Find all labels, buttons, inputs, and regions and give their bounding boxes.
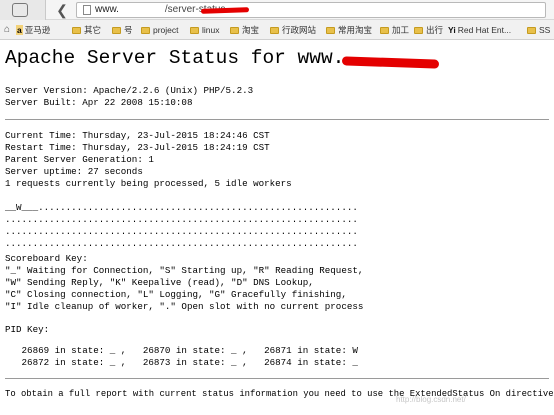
bookmark-label: 其它 [84,25,102,35]
divider [5,378,549,379]
server-uptime: Server uptime: 27 seconds [5,166,143,177]
bookmark-label: SS [539,25,551,35]
bookmark-label: project [153,25,179,35]
pid-line: 26872 in state: _ , 26873 in state: _ , … [5,357,358,368]
page-icon [83,5,91,15]
bookmark-label: 出行 [426,25,444,35]
amazon-icon: a [16,25,23,35]
bookmark-folder[interactable]: linux [190,24,219,36]
bookmark-folder[interactable]: 出行 [414,24,443,36]
watermark: http://blog.csdn.net/ [396,395,466,404]
folder-icon [527,27,536,34]
bookmark-redhat[interactable]: Yi Red Hat Ent... [448,24,511,36]
folder-icon [380,27,389,34]
bookmark-label: 亚马逊 [24,25,51,35]
bookmark-label: 常用淘宝 [338,25,373,35]
restart-time: Restart Time: Thursday, 23-Jul-2015 18:2… [5,142,270,153]
bookmark-folder[interactable]: 常用淘宝 [326,24,372,36]
scoreboard-key-line: "I" Idle cleanup of worker, "." Open slo… [5,301,364,312]
bookmark-label: linux [202,25,220,35]
bookmark-amazon[interactable]: a 亚马逊 [16,24,50,36]
footer-note: To obtain a full report with current sta… [5,389,554,399]
redaction-mark [200,7,250,14]
bookmark-folder[interactable]: 其它 [72,24,101,36]
scoreboard-key-line: "W" Sending Reply, "K" Keepalive (read),… [5,277,314,288]
parent-generation: Parent Server Generation: 1 [5,154,154,165]
scoreboard-key-title: Scoreboard Key: [5,253,88,264]
home-icon[interactable]: ⌂ [4,24,10,36]
folder-icon [190,27,199,34]
bookmark-folder[interactable]: 行政网站 [270,24,316,36]
folder-icon [141,27,150,34]
page-icon [12,3,28,17]
back-arrow-icon[interactable]: ❮ [54,2,70,18]
folder-icon [414,27,423,34]
scoreboard-line: ........................................… [5,238,358,249]
bookmark-folder[interactable]: SS [527,24,550,36]
page-title: Apache Server Status for www. [5,47,345,69]
redaction-mark [341,56,440,69]
pid-line: 26869 in state: _ , 26870 in state: _ , … [5,345,358,356]
server-built: Server Built: Apr 22 2008 15:10:08 [5,97,193,108]
bookmark-label: 行政网站 [282,25,317,35]
folder-icon [72,27,81,34]
folder-icon [326,27,335,34]
divider [5,119,549,120]
bookmarks-bar: ⌂ a 亚马逊 其它 号 project linux 淘宝 行政网站 常用淘宝 加… [0,20,554,40]
scoreboard-key-line: "C" Closing connection, "L" Logging, "G"… [5,289,347,300]
address-bar[interactable]: www./server-status [76,2,546,18]
browser-toolbar: ❮ www./server-status [0,0,554,20]
redhat-icon: Yi [448,25,456,35]
folder-icon [230,27,239,34]
scoreboard-line: __W___..................................… [5,202,358,213]
bookmark-folder[interactable]: 淘宝 [230,24,259,36]
server-version: Server Version: Apache/2.2.6 (Unix) PHP/… [5,85,254,96]
pid-key-title: PID Key: [5,324,50,335]
folder-icon [270,27,279,34]
scoreboard-line: ........................................… [5,226,358,237]
bookmark-folder[interactable]: project [141,24,179,36]
bookmark-label: 淘宝 [242,25,260,35]
folder-icon [112,27,121,34]
url-host: www. [95,4,119,15]
scoreboard-key-line: "_" Waiting for Connection, "S" Starting… [5,265,364,276]
scoreboard-line: ........................................… [5,214,358,225]
bookmark-label: Red Hat Ent... [457,25,512,35]
bookmark-folder[interactable]: 号 [112,24,133,36]
browser-tab[interactable] [0,0,46,20]
bookmark-label: 号 [124,25,133,35]
request-summary: 1 requests currently being processed, 5 … [5,178,292,189]
bookmark-folder[interactable]: 加工 [380,24,409,36]
bookmark-label: 加工 [392,25,410,35]
current-time: Current Time: Thursday, 23-Jul-2015 18:2… [5,130,270,141]
